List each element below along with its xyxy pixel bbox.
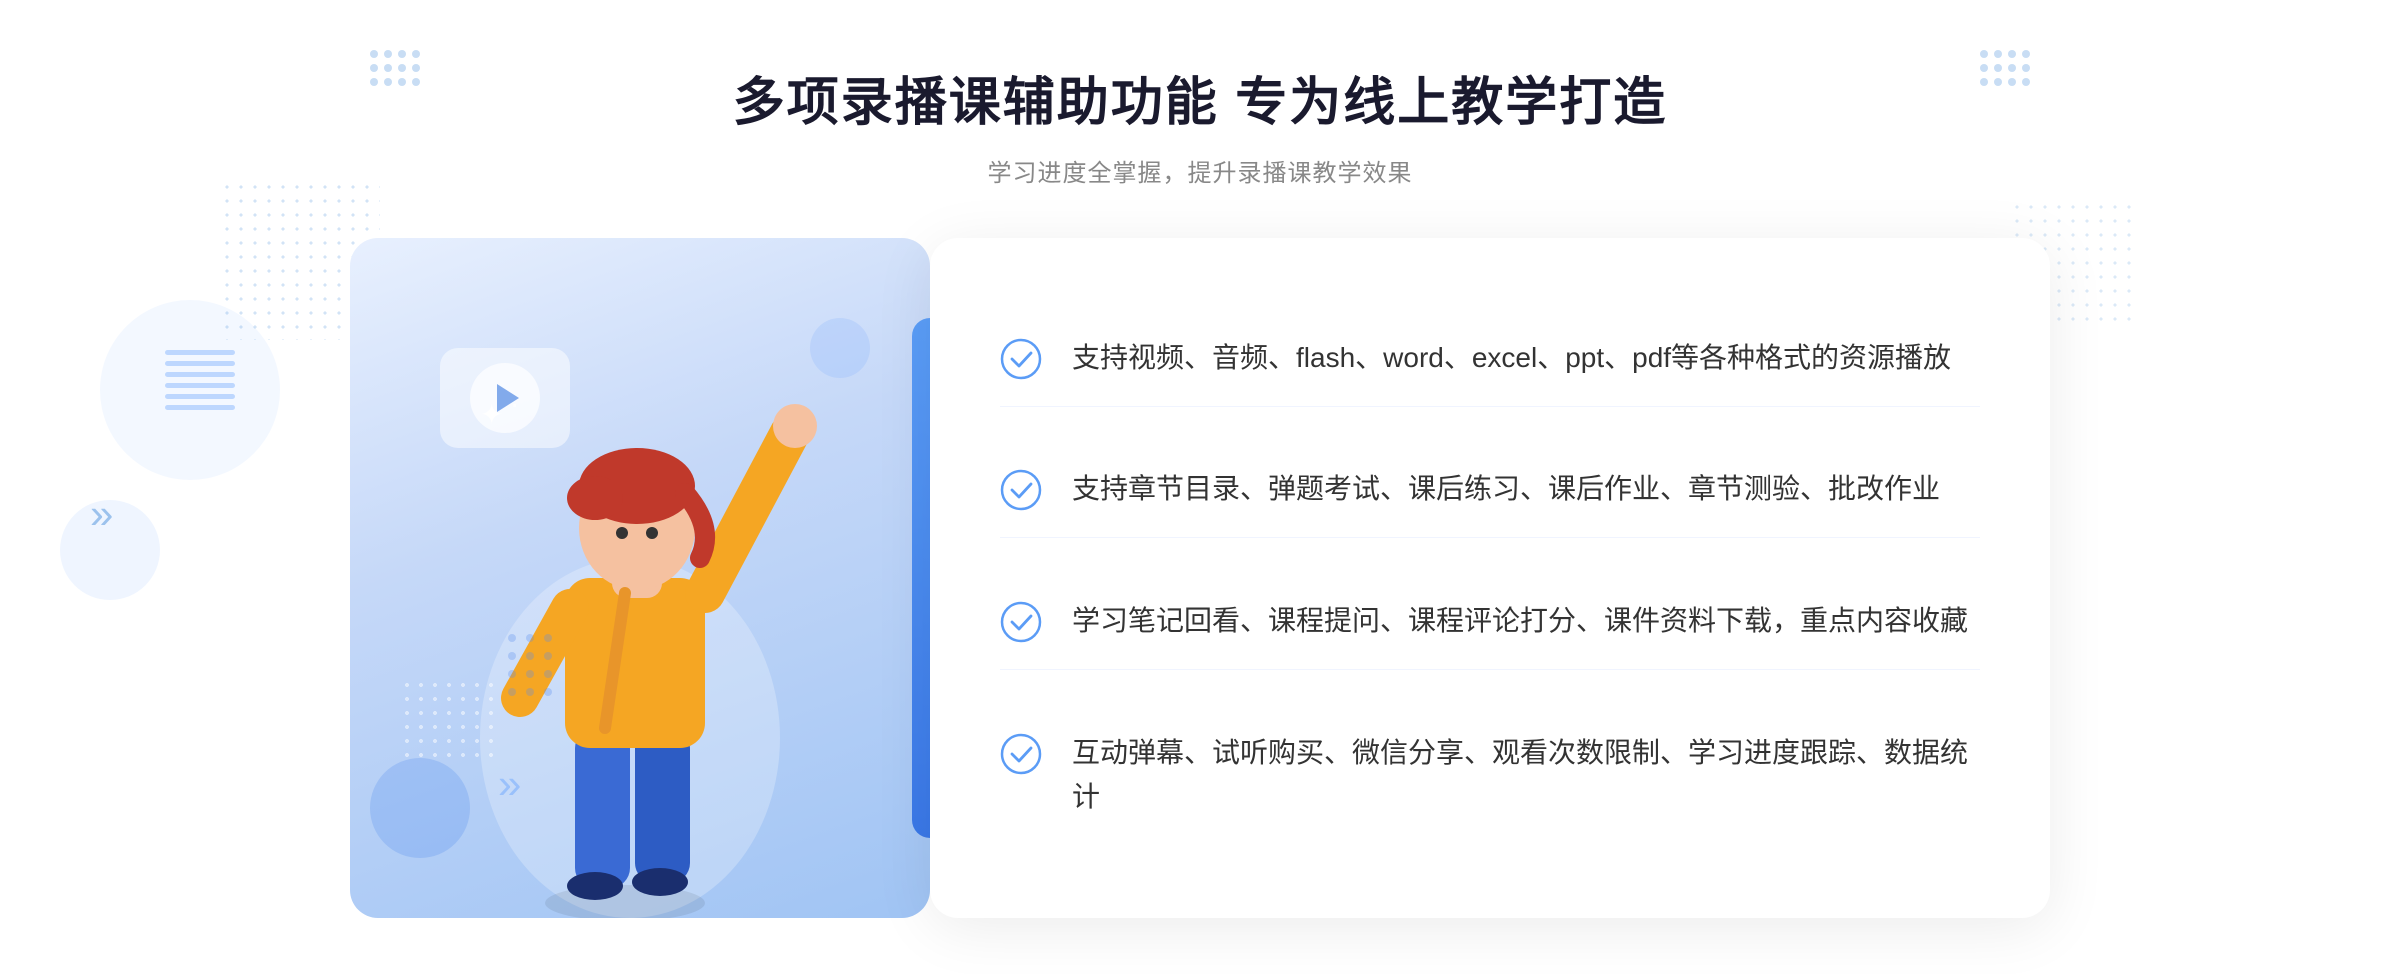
- check-icon-3: [1000, 601, 1042, 643]
- check-icon-1: [1000, 338, 1042, 380]
- main-content: » 支持视频、音频、flash、word、excel、ppt、pdf等各种格式的…: [350, 238, 2050, 918]
- dot-grid-left: [370, 50, 420, 86]
- sub-title: 学习进度全掌握，提升录播课教学效果: [733, 153, 1667, 188]
- header-section: 多项录播课辅助功能 专为线上教学打造 学习进度全掌握，提升录播课教学效果: [733, 60, 1667, 188]
- page-container: » 多项录播课辅助功能 专为线上教学打造 学习进度全掌握，提升录播课教学效果: [0, 0, 2400, 974]
- illustration-card: »: [350, 238, 930, 918]
- check-icon-2: [1000, 469, 1042, 511]
- feature-text-4: 互动弹幕、试听购买、微信分享、观看次数限制、学习进度跟踪、数据统计: [1072, 731, 1980, 821]
- figure-illustration: »: [430, 338, 850, 918]
- feature-text-3: 学习笔记回看、课程提问、课程评论打分、课件资料下载，重点内容收藏: [1072, 599, 1968, 644]
- svg-text:»: »: [498, 760, 521, 807]
- dot-grid-right: [1980, 50, 2030, 86]
- feature-text-2: 支持章节目录、弹题考试、课后练习、课后作业、章节测验、批改作业: [1072, 467, 1940, 512]
- feature-item-2: 支持章节目录、弹题考试、课后练习、课后作业、章节测验、批改作业: [1000, 442, 1980, 538]
- check-icon-4: [1000, 733, 1042, 775]
- feature-item-4: 互动弹幕、试听购买、微信分享、观看次数限制、学习进度跟踪、数据统计: [1000, 706, 1980, 846]
- main-title: 多项录播课辅助功能 专为线上教学打造: [733, 60, 1667, 135]
- stripe-decoration: [165, 350, 235, 470]
- feature-item-3: 学习笔记回看、课程提问、课程评论打分、课件资料下载，重点内容收藏: [1000, 574, 1980, 670]
- feature-text-1: 支持视频、音频、flash、word、excel、ppt、pdf等各种格式的资源…: [1072, 336, 1951, 381]
- bg-circle-small: [60, 500, 160, 600]
- feature-item-1: 支持视频、音频、flash、word、excel、ppt、pdf等各种格式的资源…: [1000, 311, 1980, 407]
- features-card: 支持视频、音频、flash、word、excel、ppt、pdf等各种格式的资源…: [930, 238, 2050, 918]
